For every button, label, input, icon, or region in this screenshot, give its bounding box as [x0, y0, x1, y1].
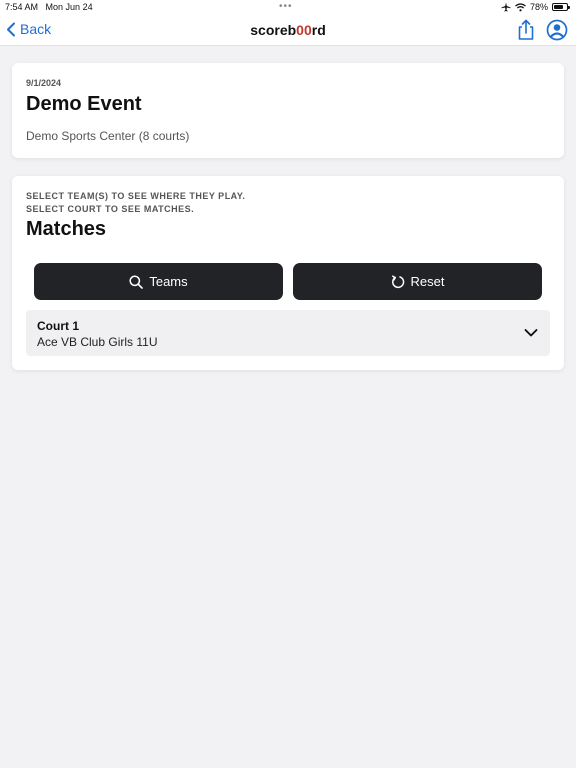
battery-icon	[552, 3, 570, 11]
wifi-icon	[515, 2, 526, 11]
event-title: Demo Event	[26, 93, 142, 115]
navigation-bar: Back scoreb00rd	[0, 14, 576, 46]
status-time-date: 7:54 AM Mon Jun 24	[5, 2, 93, 12]
share-button[interactable]	[515, 18, 537, 42]
back-button[interactable]: Back	[6, 21, 51, 37]
share-icon	[518, 19, 534, 40]
teams-button[interactable]: Teams	[34, 263, 283, 300]
instruction-court: SELECT COURT TO SEE MATCHES.	[26, 204, 195, 214]
battery-percent: 78%	[529, 2, 548, 12]
back-label: Back	[20, 21, 52, 37]
multitasking-dots[interactable]: •••	[279, 1, 293, 12]
event-card: 9/1/2024 Demo Event Demo Sports Center (…	[12, 63, 564, 158]
refresh-icon	[391, 274, 404, 288]
instruction-teams: SELECT TEAM(S) TO SEE WHERE THEY PLAY.	[26, 191, 246, 201]
court-team: Ace VB Club Girls 11U	[37, 335, 158, 349]
court-row[interactable]: Court 1 Ace VB Club Girls 11U	[26, 310, 550, 356]
event-date: 9/1/2024	[26, 78, 62, 88]
teams-button-label: Teams	[149, 274, 188, 289]
chevron-left-icon	[7, 22, 15, 36]
account-button[interactable]	[546, 19, 568, 41]
airplane-icon	[501, 2, 511, 12]
user-circle-icon	[546, 19, 568, 41]
matches-card: SELECT TEAM(S) TO SEE WHERE THEY PLAY. S…	[12, 176, 564, 370]
matches-title: Matches	[26, 218, 107, 240]
status-indicators: 78%	[501, 2, 570, 12]
event-venue: Demo Sports Center (8 courts)	[26, 129, 190, 143]
chevron-down-icon[interactable]	[524, 326, 538, 340]
app-title: scoreb00rd	[250, 22, 326, 38]
court-name: Court 1	[37, 319, 79, 333]
reset-button[interactable]: Reset	[293, 263, 542, 300]
status-bar: 7:54 AM Mon Jun 24 ••• 78%	[0, 0, 576, 14]
reset-button-label: Reset	[410, 274, 445, 289]
search-icon	[129, 274, 144, 289]
